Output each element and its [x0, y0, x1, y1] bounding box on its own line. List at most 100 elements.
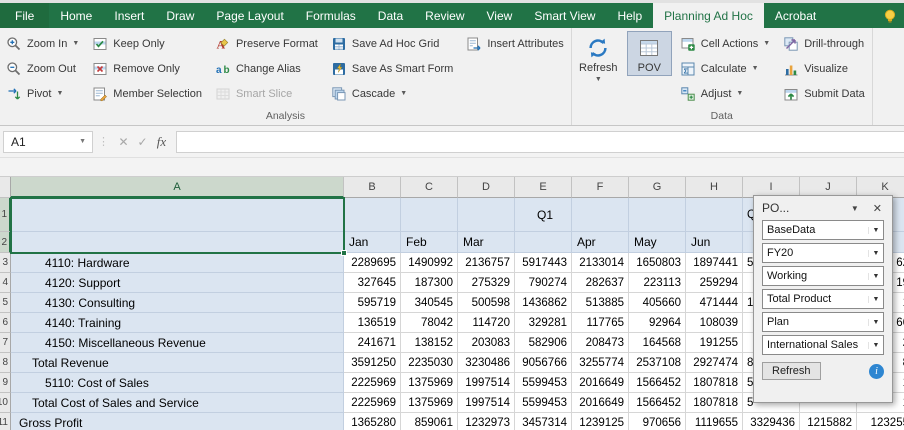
row-header-10[interactable]: 10: [0, 393, 11, 413]
cell-c9[interactable]: 1375969: [401, 373, 458, 393]
cell-h5[interactable]: 471444: [686, 293, 743, 313]
row-header-11[interactable]: 11: [0, 413, 11, 430]
pov-refresh-button[interactable]: Refresh: [762, 362, 821, 380]
cell-h11[interactable]: 1119655: [686, 413, 743, 430]
cell-h4[interactable]: 259294: [686, 273, 743, 293]
name-box[interactable]: A1 ▼: [3, 131, 93, 153]
cell-f6[interactable]: 117765: [572, 313, 629, 333]
column-header-d[interactable]: D: [458, 177, 515, 198]
cell-b5[interactable]: 595719: [344, 293, 401, 313]
row-header-9[interactable]: 9: [0, 373, 11, 393]
cell-g6[interactable]: 92964: [629, 313, 686, 333]
cell-b11[interactable]: 1365280: [344, 413, 401, 430]
cell-b4[interactable]: 327645: [344, 273, 401, 293]
combo-dropdown-icon[interactable]: ▼: [868, 250, 883, 257]
cell-f8[interactable]: 3255774: [572, 353, 629, 373]
cell-j11[interactable]: 1215882: [800, 413, 857, 430]
row-label-gross-profit[interactable]: Gross Profit: [11, 413, 344, 430]
calculate-button[interactable]: ΣCalculate▼: [677, 58, 773, 79]
insert-function-icon[interactable]: fx: [152, 134, 171, 150]
column-header-e[interactable]: E: [515, 177, 572, 198]
cell-actions-button[interactable]: Cell Actions▼: [677, 33, 773, 54]
cell-f9[interactable]: 2016649: [572, 373, 629, 393]
adjust-button[interactable]: Adjust▼: [677, 83, 773, 104]
cell-d8[interactable]: 3230486: [458, 353, 515, 373]
cell-e3[interactable]: 5917443: [515, 253, 572, 273]
cell-c4[interactable]: 187300: [401, 273, 458, 293]
cell-b8[interactable]: 3591250: [344, 353, 401, 373]
tab-home[interactable]: Home: [49, 3, 103, 28]
cell-a2[interactable]: [11, 232, 344, 253]
cell-d4[interactable]: 275329: [458, 273, 515, 293]
cell-e11[interactable]: 3457314: [515, 413, 572, 430]
zoom-out-button[interactable]: Zoom Out: [3, 58, 82, 79]
row-header-6[interactable]: 6: [0, 313, 11, 333]
tab-smart-view[interactable]: Smart View: [523, 3, 606, 28]
row-label-5110-cost-of-sales[interactable]: 5110: Cost of Sales: [11, 373, 344, 393]
row-header-4[interactable]: 4: [0, 273, 11, 293]
row-label-total-revenue[interactable]: Total Revenue: [11, 353, 344, 373]
cell-c8[interactable]: 2235030: [401, 353, 458, 373]
cell-g4[interactable]: 223113: [629, 273, 686, 293]
keep-only-button[interactable]: Keep Only: [89, 33, 205, 54]
row-header-7[interactable]: 7: [0, 333, 11, 353]
cell-c10[interactable]: 1375969: [401, 393, 458, 413]
column-header-g[interactable]: G: [629, 177, 686, 198]
cell-c5[interactable]: 340545: [401, 293, 458, 313]
cell-e4[interactable]: 790274: [515, 273, 572, 293]
row-label-4140-training[interactable]: 4140: Training: [11, 313, 344, 333]
cell-b6[interactable]: 136519: [344, 313, 401, 333]
tab-formulas[interactable]: Formulas: [295, 3, 367, 28]
tab-draw[interactable]: Draw: [155, 3, 205, 28]
column-header-h[interactable]: H: [686, 177, 743, 198]
cell-h10[interactable]: 1807818: [686, 393, 743, 413]
cancel-icon[interactable]: ✕: [114, 135, 133, 149]
save-as-smart-form-button[interactable]: Save As Smart Form: [328, 58, 456, 79]
cell-h2[interactable]: Jun: [686, 232, 743, 253]
cell-c1[interactable]: [401, 198, 458, 232]
cell-e7[interactable]: 582906: [515, 333, 572, 353]
cell-e6[interactable]: 329281: [515, 313, 572, 333]
cell-d1[interactable]: [458, 198, 515, 232]
cell-b3[interactable]: 2289695: [344, 253, 401, 273]
cell-b2[interactable]: Jan: [344, 232, 401, 253]
cell-f1[interactable]: [572, 198, 629, 232]
row-label-4150-miscellaneous-revenue[interactable]: 4150: Miscellaneous Revenue: [11, 333, 344, 353]
cell-h3[interactable]: 1897441: [686, 253, 743, 273]
smart-slice-button[interactable]: Smart Slice: [212, 83, 321, 104]
cell-f10[interactable]: 2016649: [572, 393, 629, 413]
formula-input[interactable]: [176, 131, 904, 153]
refresh-button[interactable]: Refresh▼: [576, 31, 621, 85]
cell-g7[interactable]: 164568: [629, 333, 686, 353]
tab-insert[interactable]: Insert: [103, 3, 155, 28]
zoom-in-button[interactable]: Zoom In▼: [3, 33, 82, 54]
cell-d10[interactable]: 1997514: [458, 393, 515, 413]
row-header-1[interactable]: 1: [0, 198, 11, 232]
preserve-format-button[interactable]: APreserve Format: [212, 33, 321, 54]
name-box-dropdown-icon[interactable]: ▼: [73, 138, 92, 145]
combo-dropdown-icon[interactable]: ▼: [868, 227, 883, 234]
tell-me-lightbulb[interactable]: [876, 3, 904, 28]
cell-b10[interactable]: 2225969: [344, 393, 401, 413]
pivot-button[interactable]: Pivot▼: [3, 83, 82, 104]
cell-c11[interactable]: 859061: [401, 413, 458, 430]
cell-g3[interactable]: 1650803: [629, 253, 686, 273]
combo-dropdown-icon[interactable]: ▼: [868, 273, 883, 280]
combo-dropdown-icon[interactable]: ▼: [868, 296, 883, 303]
cell-g1[interactable]: [629, 198, 686, 232]
cell-a1[interactable]: [11, 198, 344, 232]
insert-attributes-button[interactable]: Insert Attributes: [463, 33, 566, 54]
cell-f2[interactable]: Apr: [572, 232, 629, 253]
tab-data[interactable]: Data: [367, 3, 414, 28]
pov-dimension-select-working[interactable]: Working▼: [762, 266, 884, 286]
pov-dimension-select-fy20[interactable]: FY20▼: [762, 243, 884, 263]
cell-f11[interactable]: 1239125: [572, 413, 629, 430]
cell-c6[interactable]: 78042: [401, 313, 458, 333]
save-ad-hoc-grid-button[interactable]: Save Ad Hoc Grid: [328, 33, 456, 54]
cell-d2[interactable]: Mar: [458, 232, 515, 253]
tab-review[interactable]: Review: [414, 3, 475, 28]
column-header-a[interactable]: A: [11, 177, 344, 198]
cell-g2[interactable]: May: [629, 232, 686, 253]
cell-f7[interactable]: 208473: [572, 333, 629, 353]
cell-d11[interactable]: 1232973: [458, 413, 515, 430]
